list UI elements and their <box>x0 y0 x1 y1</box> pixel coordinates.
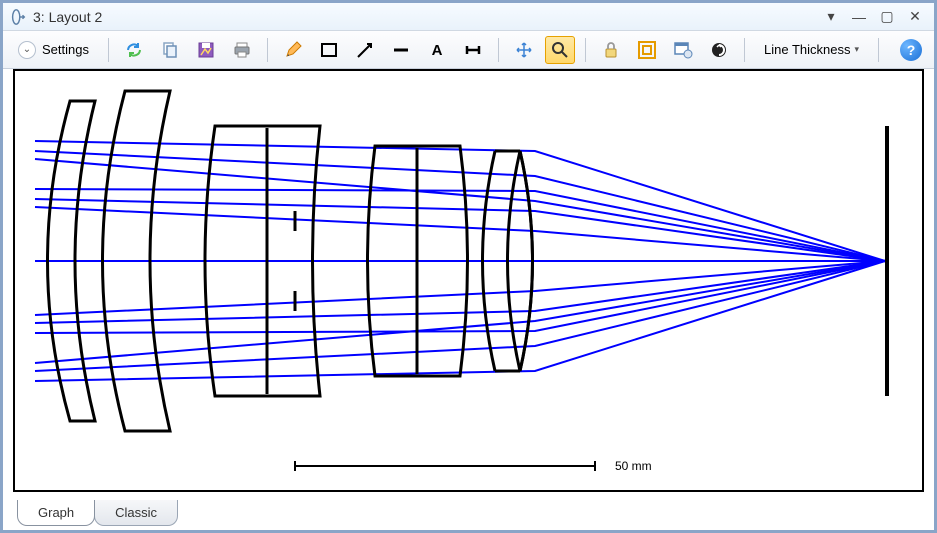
help-icon: ? <box>907 42 916 58</box>
settings-button[interactable]: ⌄ Settings <box>9 36 98 64</box>
tab-classic[interactable]: Classic <box>94 500 178 526</box>
pencil-icon <box>283 40 303 60</box>
window-title: 3: Layout 2 <box>33 9 822 25</box>
fit-view-button[interactable] <box>632 36 662 64</box>
target-icon <box>709 40 729 60</box>
save-button[interactable] <box>191 36 221 64</box>
line-thickness-label: Line Thickness <box>764 42 850 57</box>
titlebar: 3: Layout 2 ▾ — ▢ ✕ <box>3 3 934 31</box>
caret-down-icon: ▾ <box>854 44 859 55</box>
lock-button[interactable] <box>596 36 626 64</box>
move-arrows-icon <box>514 40 534 60</box>
save-icon <box>196 40 216 60</box>
text-a-icon: A <box>427 40 447 60</box>
zoom-button[interactable] <box>545 36 575 64</box>
toolbar-separator <box>267 38 268 62</box>
toolbar: ⌄ Settings <box>3 31 934 69</box>
lock-icon <box>601 40 621 60</box>
settings-label: Settings <box>42 42 89 57</box>
close-button[interactable]: ✕ <box>906 8 924 25</box>
target-button[interactable] <box>704 36 734 64</box>
chevron-down-icon: ⌄ <box>18 41 36 59</box>
pan-button[interactable] <box>509 36 539 64</box>
window-controls: ▾ — ▢ ✕ <box>822 8 928 25</box>
magnifier-icon <box>550 40 570 60</box>
toolbar-separator <box>108 38 109 62</box>
help-button[interactable]: ? <box>900 39 922 61</box>
text-button[interactable]: A <box>422 36 452 64</box>
tab-graph[interactable]: Graph <box>17 500 95 526</box>
rectangle-button[interactable] <box>314 36 344 64</box>
app-window: 3: Layout 2 ▾ — ▢ ✕ ⌄ Settings <box>3 3 934 530</box>
tab-classic-label: Classic <box>115 505 157 520</box>
refresh-icon <box>124 40 144 60</box>
line-icon <box>391 40 411 60</box>
maximize-button[interactable]: ▢ <box>878 8 896 25</box>
svg-text:A: A <box>432 42 443 59</box>
optical-layout-diagram: 50 mm <box>15 71 922 490</box>
line-thickness-dropdown[interactable]: Line Thickness ▾ <box>755 36 868 64</box>
copy-button[interactable] <box>155 36 185 64</box>
window-gear-icon <box>673 40 693 60</box>
dropdown-icon[interactable]: ▾ <box>822 8 840 25</box>
arrow-button[interactable] <box>350 36 380 64</box>
toolbar-separator <box>585 38 586 62</box>
bottom-tabs: Graph Classic <box>17 500 177 526</box>
toolbar-separator <box>744 38 745 62</box>
layout-canvas[interactable]: 50 mm <box>13 69 924 492</box>
toolbar-separator <box>498 38 499 62</box>
fit-window-icon <box>637 40 657 60</box>
print-button[interactable] <box>227 36 257 64</box>
scale-label: 50 mm <box>615 459 652 473</box>
copy-icon <box>160 40 180 60</box>
printer-icon <box>232 40 252 60</box>
app-lens-icon <box>9 8 27 26</box>
minimize-button[interactable]: — <box>850 9 868 25</box>
window-config-button[interactable] <box>668 36 698 64</box>
refresh-button[interactable] <box>119 36 149 64</box>
line-button[interactable] <box>386 36 416 64</box>
pencil-button[interactable] <box>278 36 308 64</box>
arrow-icon <box>355 40 375 60</box>
dimension-button[interactable] <box>458 36 488 64</box>
dimension-icon <box>463 40 483 60</box>
toolbar-separator <box>878 38 879 62</box>
rectangle-icon <box>319 40 339 60</box>
tab-graph-label: Graph <box>38 505 74 520</box>
